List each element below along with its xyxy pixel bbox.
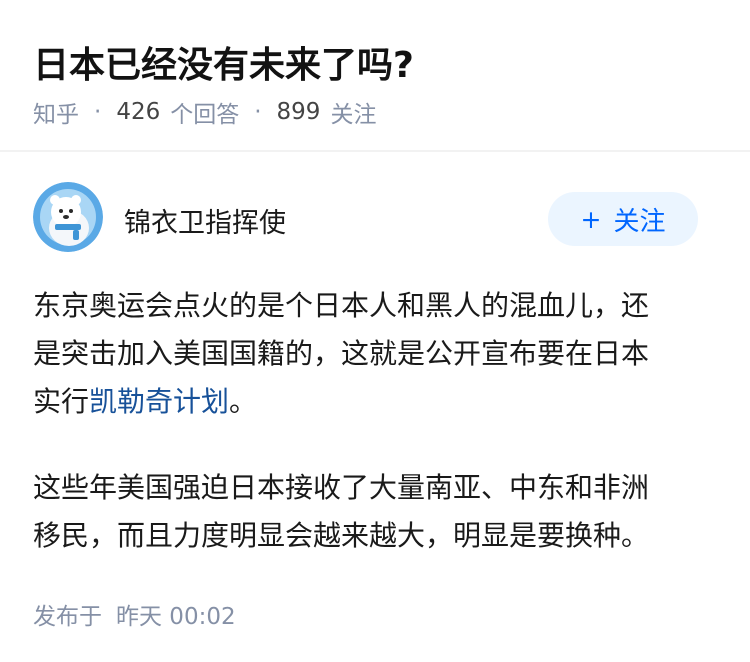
- follow-button-label: 关注: [613, 206, 666, 237]
- paragraph-text: 实行: [33, 385, 90, 418]
- answer-count: 426: [116, 99, 161, 125]
- paragraph-line: 是突击加入美国国籍的，这就是公开宣布要在日本: [33, 337, 650, 370]
- publish-label: 发布于: [33, 604, 102, 630]
- separator-dot: ·: [94, 99, 102, 125]
- question-title[interactable]: 日本已经没有未来了吗?: [33, 36, 414, 88]
- paragraph-line: 实行凯勒奇计划。: [33, 378, 713, 426]
- answer-paragraph: 这些年美国强迫日本接收了大量南亚、中东和非洲 移民，而且力度明显会越来越大，明显…: [33, 464, 713, 560]
- follower-count-label: 关注: [330, 102, 377, 128]
- follow-button[interactable]: + 关注: [548, 192, 698, 246]
- follower-count: 899: [276, 99, 321, 125]
- question-header: 日本已经没有未来了吗? 知乎 · 426 个回答 · 899 关注: [0, 0, 750, 152]
- publish-time: 发布于 昨天 00:02: [33, 597, 236, 631]
- paragraph-line: 移民，而且力度明显会越来越大，明显是要换种。: [33, 519, 650, 552]
- publish-timestamp: 昨天 00:02: [116, 604, 236, 630]
- polar-bear-avatar-icon[interactable]: [33, 182, 103, 252]
- plus-icon: +: [580, 204, 602, 234]
- source-label[interactable]: 知乎: [33, 95, 79, 129]
- answer-count-label[interactable]: 个回答: [170, 95, 239, 129]
- question-meta: 知乎 · 426 个回答 · 899 关注: [33, 95, 376, 129]
- paragraph-line: 这些年美国强迫日本接收了大量南亚、中东和非洲: [33, 471, 650, 504]
- paragraph-text: 。: [229, 385, 258, 418]
- answer-paragraph: 东京奥运会点火的是个日本人和黑人的混血儿，还 是突击加入美国国籍的，这就是公开宣…: [33, 282, 713, 426]
- keyword-link[interactable]: 凯勒奇计划: [89, 385, 229, 418]
- separator-dot: ·: [254, 99, 262, 125]
- paragraph-line: 东京奥运会点火的是个日本人和黑人的混血儿，还: [33, 289, 650, 322]
- author-name[interactable]: 锦衣卫指挥使: [124, 201, 286, 240]
